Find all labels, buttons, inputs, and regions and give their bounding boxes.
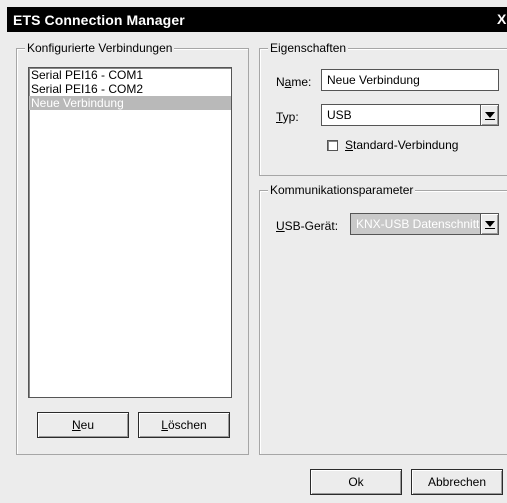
connections-list[interactable]: Serial PEI16 - COM1 Serial PEI16 - COM2 … <box>28 67 232 398</box>
usb-device-select-value: KNX-USB Datenschnittstelle <box>356 217 499 231</box>
standard-connection-checkbox[interactable] <box>327 140 338 151</box>
usb-device-label: USB-Gerät: <box>276 219 339 233</box>
new-button-label: Neu <box>71 418 95 432</box>
connection-manager-dialog: ETS Connection Manager X Konfigurierte V… <box>0 0 507 503</box>
delete-connection-button[interactable]: Löschen <box>138 412 230 438</box>
properties-legend: Eigenschaften <box>268 41 349 55</box>
window-title: ETS Connection Manager <box>13 12 185 28</box>
cancel-button[interactable]: Abbrechen <box>411 469 503 495</box>
list-item-new-connection[interactable]: Neue Verbindung <box>29 96 231 110</box>
title-bar[interactable]: ETS Connection Manager X <box>7 7 507 32</box>
type-select[interactable]: USB <box>321 104 499 126</box>
usb-device-select[interactable]: KNX-USB Datenschnittstelle <box>350 213 499 235</box>
delete-button-label: Löschen <box>161 418 207 432</box>
ok-button[interactable]: Ok <box>310 469 402 495</box>
close-icon[interactable]: X <box>497 11 507 27</box>
communication-parameters-legend: Kommunikationsparameter <box>268 183 416 197</box>
standard-connection-label[interactable]: Standard-Verbindung <box>345 138 458 152</box>
type-select-value: USB <box>327 108 352 122</box>
name-input[interactable]: Neue Verbindung <box>321 69 499 91</box>
name-label: Name: <box>276 75 312 89</box>
type-label: Typ: <box>276 110 299 124</box>
list-item-serial-com1[interactable]: Serial PEI16 - COM1 <box>29 68 231 82</box>
chevron-down-icon[interactable] <box>480 214 498 234</box>
new-connection-button[interactable]: Neu <box>37 412 129 438</box>
configured-connections-legend: Konfigurierte Verbindungen <box>25 41 175 55</box>
chevron-down-icon[interactable] <box>480 105 498 125</box>
list-item-serial-com2[interactable]: Serial PEI16 - COM2 <box>29 82 231 96</box>
